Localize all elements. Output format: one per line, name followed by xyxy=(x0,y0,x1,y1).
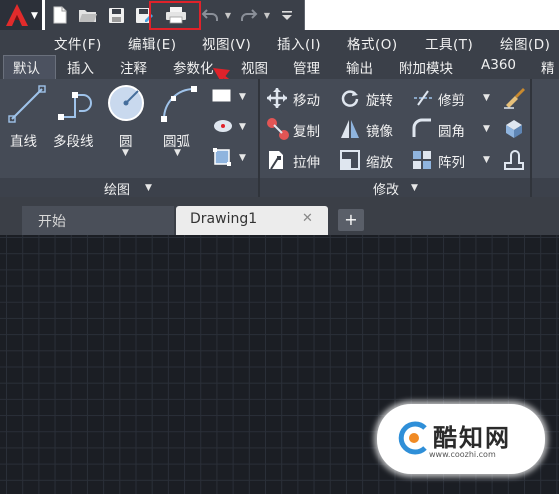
watermark-logo-icon xyxy=(398,421,427,455)
arc-label[interactable]: 圆弧 xyxy=(163,130,190,150)
print-highlight-box xyxy=(149,1,201,30)
panel-divider xyxy=(258,79,260,178)
mirror-icon[interactable] xyxy=(340,118,360,140)
tab-start[interactable]: 开始 xyxy=(22,206,174,235)
rotate-label[interactable]: 旋转 xyxy=(366,89,393,109)
arc-icon[interactable] xyxy=(158,83,200,125)
circle-label[interactable]: 圆 xyxy=(119,130,133,150)
tab-drawing1-label: Drawing1 xyxy=(190,211,258,227)
erase-icon[interactable] xyxy=(502,85,526,109)
chevron-down-icon[interactable]: ▼ xyxy=(483,124,490,134)
watermark-url: www.coozhi.com xyxy=(429,450,496,459)
tab-a360[interactable]: A360 xyxy=(481,57,516,73)
chevron-down-icon[interactable]: ▼ xyxy=(483,93,490,103)
chevron-down-icon[interactable]: ▼ xyxy=(239,92,246,102)
watermark-text: 酷知网 xyxy=(433,424,511,452)
chevron-down-icon[interactable]: ▼ xyxy=(239,122,246,132)
tab-featured[interactable]: 精 xyxy=(541,57,555,77)
tab-start-label: 开始 xyxy=(38,214,66,230)
redo-dropdown-icon[interactable]: ▼ xyxy=(262,4,272,26)
line-label[interactable]: 直线 xyxy=(10,130,37,150)
undo-icon[interactable] xyxy=(199,4,221,26)
menu-insert[interactable]: 插入(I) xyxy=(277,33,321,53)
open-folder-icon[interactable] xyxy=(76,4,100,26)
tab-drawing1[interactable]: Drawing1 ✕ xyxy=(176,206,328,235)
close-icon[interactable]: ✕ xyxy=(302,211,313,226)
hatch-icon[interactable] xyxy=(212,118,234,134)
rectangle-icon[interactable] xyxy=(212,88,232,104)
draw-panel-title[interactable]: 绘图 xyxy=(104,179,130,198)
menu-file[interactable]: 文件(F) xyxy=(54,33,102,53)
new-file-icon[interactable] xyxy=(49,4,71,26)
customize-icon[interactable] xyxy=(279,4,295,26)
menu-tools[interactable]: 工具(T) xyxy=(425,33,473,53)
move-label[interactable]: 移动 xyxy=(293,89,320,109)
chevron-down-icon[interactable]: ▼ xyxy=(145,183,152,193)
copy-icon[interactable] xyxy=(266,117,290,141)
application-menu-button[interactable]: ▼ xyxy=(0,0,42,30)
copy-label[interactable]: 复制 xyxy=(293,120,320,140)
fillet-icon[interactable] xyxy=(412,118,432,138)
panel-divider xyxy=(258,178,260,197)
array-icon[interactable] xyxy=(412,150,432,170)
tab-output[interactable]: 输出 xyxy=(346,57,373,77)
modify-panel-title[interactable]: 修改 xyxy=(373,179,399,198)
chevron-down-icon[interactable]: ▼ xyxy=(411,183,418,193)
tab-default[interactable]: 默认 xyxy=(13,57,40,77)
polyline-label[interactable]: 多段线 xyxy=(53,130,94,150)
tab-manage[interactable]: 管理 xyxy=(293,57,320,77)
menu-format[interactable]: 格式(O) xyxy=(347,33,398,53)
chevron-down-icon[interactable]: ▼ xyxy=(239,153,246,163)
scale-label[interactable]: 缩放 xyxy=(366,151,393,171)
menu-view[interactable]: 视图(V) xyxy=(202,33,251,53)
panel-divider xyxy=(530,79,532,178)
tab-insert[interactable]: 插入 xyxy=(67,57,94,77)
circle-icon[interactable] xyxy=(106,83,146,123)
line-icon[interactable] xyxy=(6,83,48,125)
ribbon-panel-titles: 绘图 ▼ 修改 ▼ xyxy=(0,178,559,198)
mirror-label[interactable]: 镜像 xyxy=(366,120,393,140)
chevron-down-icon: ▼ xyxy=(31,11,38,21)
new-tab-button[interactable]: + xyxy=(338,209,364,231)
chevron-down-icon[interactable]: ▼ xyxy=(483,155,490,165)
move-icon[interactable] xyxy=(266,87,288,109)
tab-addins[interactable]: 附加模块 xyxy=(399,57,453,77)
trim-icon[interactable] xyxy=(412,89,434,107)
panel-divider xyxy=(530,178,532,197)
offset-icon[interactable] xyxy=(502,149,526,171)
rotate-icon[interactable] xyxy=(340,88,360,108)
explode-icon[interactable] xyxy=(502,117,526,139)
menu-edit[interactable]: 编辑(E) xyxy=(128,33,177,53)
region-icon[interactable] xyxy=(212,147,232,167)
array-label[interactable]: 阵列 xyxy=(438,151,465,171)
scale-icon[interactable] xyxy=(340,150,360,170)
stretch-label[interactable]: 拉伸 xyxy=(293,151,320,171)
menu-draw[interactable]: 绘图(D) xyxy=(500,33,550,53)
polyline-icon[interactable] xyxy=(57,85,101,125)
stretch-icon[interactable] xyxy=(266,149,286,171)
app-logo-icon xyxy=(6,4,28,26)
save-icon[interactable] xyxy=(105,4,127,26)
trim-label[interactable]: 修剪 xyxy=(438,89,465,109)
menu-bar: 文件(F) 编辑(E) 视图(V) 插入(I) 格式(O) 工具(T) 绘图(D… xyxy=(0,30,559,54)
chevron-down-icon[interactable]: ▼ xyxy=(122,148,129,158)
redo-icon[interactable] xyxy=(238,4,260,26)
ribbon: 直线 多段线 圆 ▼ 圆弧 ▼ ▼ ▼ ▼ 移动 旋转 修剪 ▼ 复制 镜像 圆… xyxy=(0,79,559,178)
file-tab-bar: 开始 Drawing1 ✕ + xyxy=(0,197,559,235)
fillet-label[interactable]: 圆角 xyxy=(438,120,465,140)
tab-annotate[interactable]: 注释 xyxy=(120,57,147,77)
chevron-down-icon[interactable]: ▼ xyxy=(174,148,181,158)
undo-dropdown-icon[interactable]: ▼ xyxy=(223,4,233,26)
title-bar: ▼ ▼ ▼ xyxy=(0,0,559,30)
watermark: 酷知网 www.coozhi.com xyxy=(377,404,545,474)
